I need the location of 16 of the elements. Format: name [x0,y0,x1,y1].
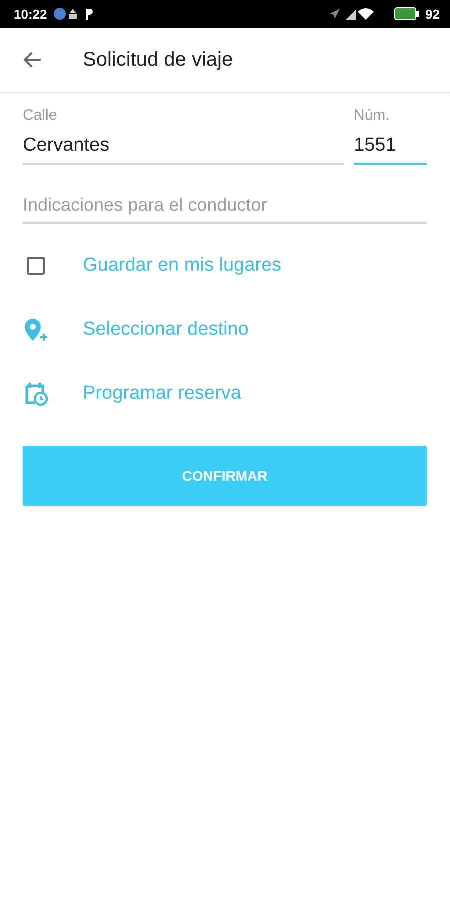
street-field[interactable]: Cervantes [23,131,344,165]
screen-title: Solicitud de viaje [83,48,234,72]
status-time: 10:22 [14,6,48,22]
action-link[interactable]: Guardar en mis lugares [83,255,282,277]
calendar-clock-icon [23,381,49,407]
notes-field[interactable]: Indicaciones para el conductor [23,191,427,224]
action-link[interactable]: Programar reserva [83,383,242,405]
battery-percent: 92 [426,6,440,22]
field-label: Calle [23,107,58,126]
battery-icon [394,7,420,21]
confirm-button[interactable]: CONFIRMAR [23,446,427,506]
location-pin-plus-icon [23,317,49,343]
action-link[interactable]: Seleccionar destino [83,319,249,341]
checkbox[interactable] [27,257,45,275]
number-field[interactable]: 1551 [354,131,427,165]
field-label: Núm. [354,107,391,126]
